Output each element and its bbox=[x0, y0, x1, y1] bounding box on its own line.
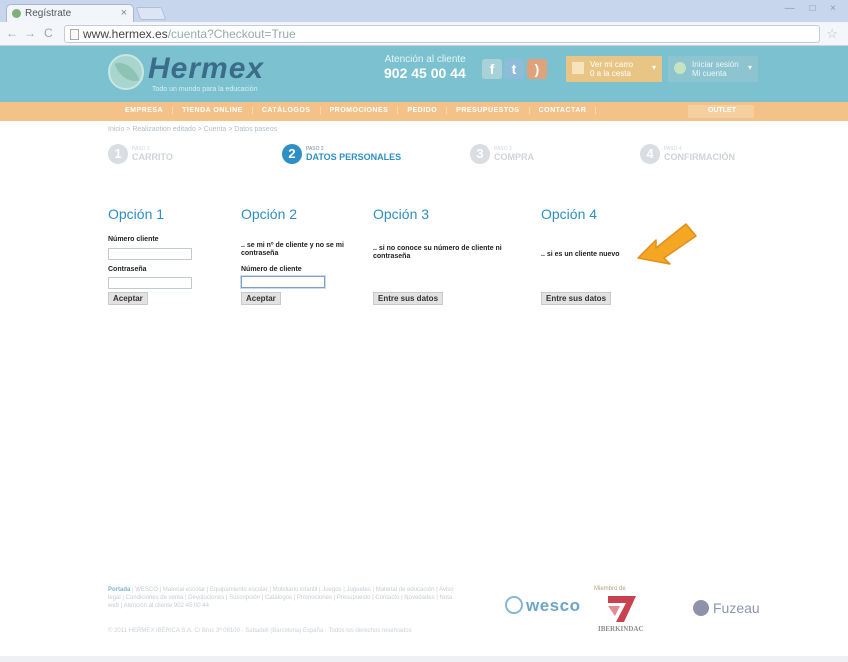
bookmark-star-icon[interactable]: ☆ bbox=[826, 26, 838, 42]
twitter-icon[interactable]: t bbox=[504, 59, 524, 79]
fuzeau-icon bbox=[693, 600, 709, 616]
footer-link-portada[interactable]: Portada bbox=[108, 587, 130, 593]
nav-item-empresa[interactable]: EMPRESA bbox=[116, 107, 174, 114]
footer-copyright: © 2011 HERMEX IBÉRICA S.A. C/ Bruc 3ª 08… bbox=[108, 628, 412, 634]
footer-link-list[interactable]: | WESCO | Material escolar | Equipamient… bbox=[108, 587, 454, 609]
password-input[interactable] bbox=[108, 277, 192, 289]
fuzeau-text: Fuzeau bbox=[713, 600, 760, 616]
nav-item-tienda-online[interactable]: TIENDA ONLINE bbox=[173, 107, 253, 114]
window-bottom-edge bbox=[0, 656, 848, 662]
option2-description: .. se mi nº de cliente y no se mi contra… bbox=[241, 242, 344, 257]
step-number: 4 bbox=[640, 144, 660, 164]
outlet-button[interactable]: OUTLET bbox=[688, 105, 754, 118]
option4-enter-data-button[interactable]: Entre sus datos bbox=[541, 292, 612, 305]
step-label: CONFIRMACIÓN bbox=[664, 152, 735, 162]
url-path: /cuenta?Checkout=True bbox=[167, 27, 296, 41]
nav-item-presupuestos[interactable]: PRESUPUESTOS bbox=[447, 107, 530, 114]
iberkindac-logo-icon bbox=[608, 596, 636, 622]
iberkindac-text: IBERKINDAC bbox=[598, 625, 644, 633]
main-nav: EMPRESA TIENDA ONLINE CATÁLOGOS PROMOCIO… bbox=[0, 102, 848, 121]
step-number: 1 bbox=[108, 144, 128, 164]
address-bar: ← → C www.hermex.es/cuenta?Checkout=True… bbox=[0, 22, 848, 46]
new-tab-button[interactable] bbox=[135, 7, 167, 20]
step-label: CARRITO bbox=[132, 152, 173, 162]
tab-title: Regístrate bbox=[25, 8, 72, 19]
option3-title: Opción 3 bbox=[373, 206, 430, 222]
step-label: COMPRA bbox=[494, 152, 534, 162]
site-header: Hermex Todo un mundo para la educación A… bbox=[0, 46, 848, 102]
fuzeau-logo[interactable]: Fuzeau bbox=[693, 600, 760, 616]
breadcrumb[interactable]: Inicio > Realizaotion editado > Cuenta >… bbox=[108, 126, 277, 133]
option2-client-number-label: Número de cliente bbox=[241, 266, 302, 273]
nav-item-promociones[interactable]: PROMOCIONES bbox=[321, 107, 399, 114]
chevron-down-icon: ▾ bbox=[747, 63, 752, 72]
cart-button[interactable]: Ver mi carro 0 a la cesta ▾ bbox=[566, 56, 662, 82]
step-number: 3 bbox=[470, 144, 490, 164]
option4-description: .. si es un cliente nuevo bbox=[541, 251, 620, 258]
nav-item-catalogos[interactable]: CATÁLOGOS bbox=[253, 107, 321, 114]
client-number-input[interactable] bbox=[108, 248, 192, 260]
customer-service-phone: 902 45 00 44 bbox=[384, 65, 466, 81]
nav-item-contactar[interactable]: CONTACTAR bbox=[530, 107, 597, 114]
pointer-arrow-icon bbox=[637, 223, 697, 265]
password-label: Contraseña bbox=[108, 266, 147, 273]
favicon-icon bbox=[12, 9, 21, 18]
option3-description: .. si no conoce su número de cliente ni … bbox=[373, 245, 502, 260]
user-icon bbox=[674, 62, 686, 74]
step-number: 2 bbox=[282, 144, 302, 164]
option1-title: Opción 1 bbox=[108, 206, 165, 222]
forward-icon[interactable]: → bbox=[24, 26, 36, 40]
option4-title: Opción 4 bbox=[541, 206, 598, 222]
customer-service-label: Atención al cliente bbox=[384, 54, 466, 65]
site-tagline: Todo un mundo para la educación bbox=[152, 86, 258, 93]
browser-tab-strip: Regístrate × — □ × bbox=[0, 0, 848, 22]
option2-accept-button[interactable]: Aceptar bbox=[241, 292, 281, 305]
reload-icon[interactable]: C bbox=[44, 26, 53, 40]
login-button[interactable]: Iniciar sesión Mi cuenta ▾ bbox=[668, 56, 758, 82]
member-of-label: Miembro de bbox=[594, 586, 626, 592]
facebook-icon[interactable]: f bbox=[482, 59, 502, 79]
site-logo[interactable]: Hermex bbox=[148, 52, 264, 86]
nav-items: EMPRESA TIENDA ONLINE CATÁLOGOS PROMOCIO… bbox=[116, 107, 597, 114]
back-icon[interactable]: ← bbox=[6, 26, 18, 40]
url-input[interactable]: www.hermex.es/cuenta?Checkout=True bbox=[64, 25, 820, 43]
option1-accept-button[interactable]: Aceptar bbox=[108, 292, 148, 305]
chevron-down-icon: ▾ bbox=[651, 63, 656, 72]
browser-tab[interactable]: Regístrate × bbox=[6, 4, 134, 22]
option3-enter-data-button[interactable]: Entre sus datos bbox=[373, 292, 444, 305]
wesco-icon bbox=[505, 596, 523, 614]
customer-service: Atención al cliente 902 45 00 44 bbox=[384, 54, 466, 81]
client-number-label: Número cliente bbox=[108, 236, 159, 243]
rss-icon[interactable]: ) bbox=[527, 59, 547, 79]
footer-links[interactable]: Portada | WESCO | Material escolar | Equ… bbox=[108, 586, 460, 610]
window-controls[interactable]: — □ × bbox=[785, 3, 842, 14]
tab-close-icon[interactable]: × bbox=[121, 7, 127, 19]
wesco-text: wesco bbox=[526, 596, 581, 615]
step-label: DATOS PERSONALES bbox=[306, 152, 402, 162]
nav-item-pedido[interactable]: PEDIDO bbox=[398, 107, 448, 114]
page-icon bbox=[70, 29, 79, 40]
cart-icon bbox=[572, 62, 584, 74]
option2-client-number-input[interactable] bbox=[241, 276, 325, 288]
option2-title: Opción 2 bbox=[241, 206, 298, 222]
wesco-logo[interactable]: wesco bbox=[505, 596, 580, 616]
url-domain: www.hermex.es bbox=[83, 27, 168, 41]
